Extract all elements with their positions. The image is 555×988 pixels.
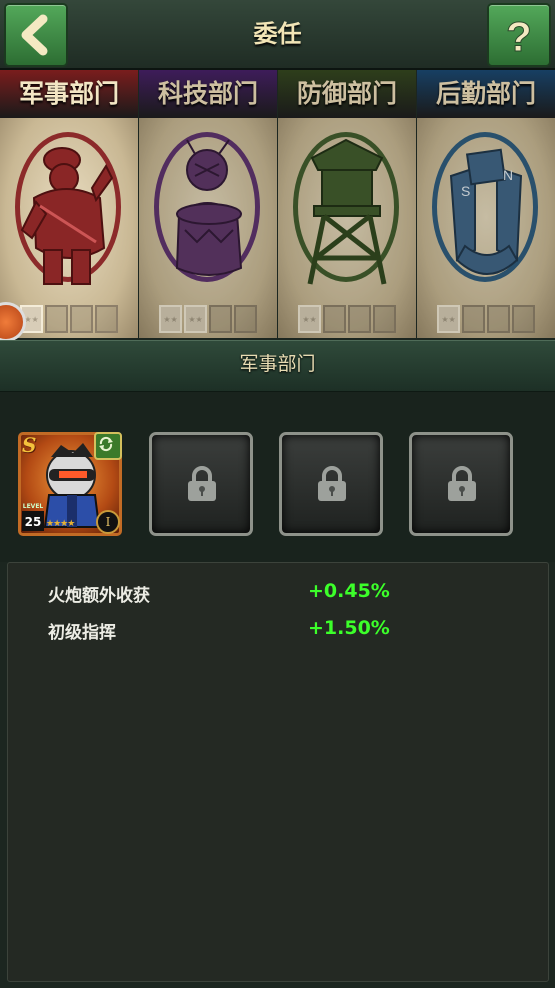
unselected-overlay (417, 118, 555, 338)
bonus-row: 初级指挥 +1.50% (8, 617, 548, 648)
bonus-row: 火炮额外收获 +0.45% (8, 580, 548, 611)
level-badge: LEVEL 25 (22, 503, 44, 531)
locked-commander-slot[interactable] (149, 432, 253, 536)
swap-icon[interactable] (94, 432, 122, 460)
star-rating: ★★★★ (46, 519, 75, 529)
help-button[interactable]: ? (487, 3, 551, 67)
tab-label: 军事部门 (18, 79, 119, 108)
bonus-name: 火炮额外收获 (48, 586, 150, 606)
department-card[interactable] (139, 118, 277, 338)
slot (45, 305, 68, 333)
department-defense[interactable]: 防御部门 (278, 70, 416, 338)
department-strip: 军事部门 ★★ 科技部门 ★★ ★★ 防御部门 ★★ 后勤部门 S N ★★ (0, 70, 555, 342)
department-card[interactable] (278, 118, 416, 338)
star-slots (20, 305, 120, 335)
lock-icon (318, 466, 346, 501)
lock-icon (188, 466, 216, 501)
department-logistics[interactable]: 后勤部门 S N (417, 70, 555, 338)
bonus-panel: 火炮额外收获 +0.45% 初级指挥 +1.50% (7, 562, 549, 982)
bonus-value: +0.45% (308, 580, 390, 602)
bonus-name: 初级指挥 (48, 623, 116, 643)
department-card[interactable] (0, 118, 138, 338)
tab-tech[interactable]: 科技部门 (139, 70, 277, 118)
level-caption: LEVEL (22, 503, 44, 510)
question-mark-icon: ? (506, 13, 533, 61)
department-military[interactable]: 军事部门 (0, 70, 138, 338)
slot (70, 305, 93, 333)
rank-badge: S (22, 433, 37, 457)
tab-logistics[interactable]: 后勤部门 (417, 70, 555, 118)
slot (95, 305, 118, 333)
level-value: 25 (24, 515, 42, 529)
refresh-icon (99, 436, 113, 452)
section-title: 军事部门 (239, 353, 316, 375)
commander-card[interactable]: S LEVEL 25 ★★★★ I (18, 432, 122, 536)
tier-badge: I (96, 510, 120, 534)
lock-icon (448, 466, 476, 501)
locked-commander-slot[interactable] (409, 432, 513, 536)
tab-label: 防御部门 (296, 79, 397, 108)
unselected-overlay (139, 118, 277, 338)
unselected-overlay (278, 118, 416, 338)
tab-label: 后勤部门 (435, 79, 536, 108)
tab-label: 科技部门 (157, 79, 258, 108)
commander-slots: S LEVEL 25 ★★★★ I (0, 392, 555, 562)
section-header: 军事部门 (0, 340, 555, 393)
locked-commander-slot[interactable] (279, 432, 383, 536)
department-card[interactable]: S N (417, 118, 555, 338)
department-tech[interactable]: 科技部门 (139, 70, 277, 338)
page-title: 委任 (253, 20, 302, 48)
top-bar: 委任 ? (0, 0, 555, 70)
tab-military[interactable]: 军事部门 (0, 70, 138, 118)
svg-text:?: ? (506, 13, 532, 60)
tab-defense[interactable]: 防御部门 (278, 70, 416, 118)
bonus-value: +1.50% (308, 617, 390, 639)
